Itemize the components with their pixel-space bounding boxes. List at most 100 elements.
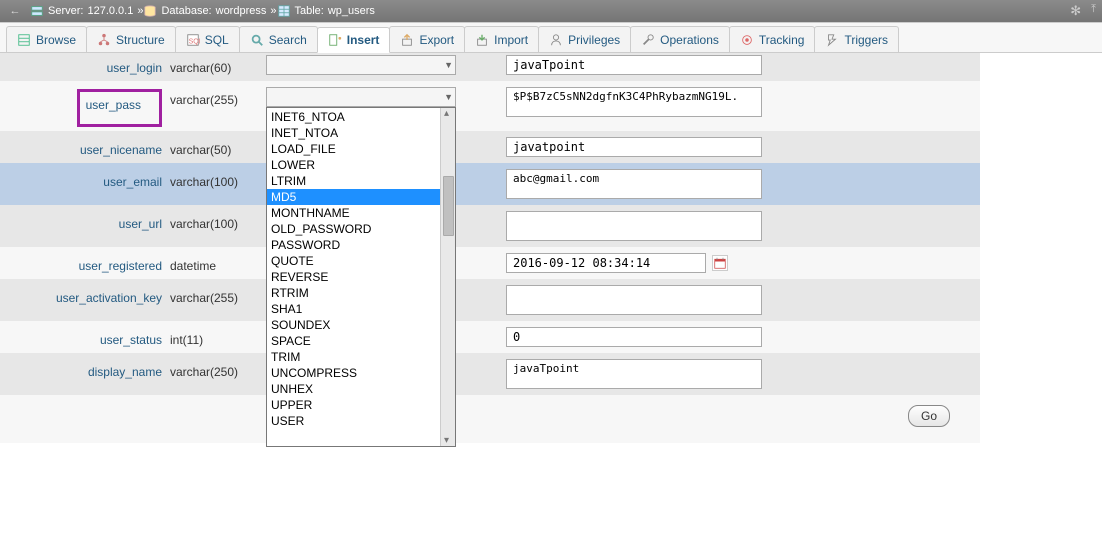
value-input-user-registered[interactable]	[506, 253, 706, 273]
value-input-user-status[interactable]	[506, 327, 762, 347]
function-select-user-pass[interactable]	[266, 87, 456, 107]
field-type-user-nicename: varchar(50)	[170, 135, 260, 157]
row-user-email: user_email varchar(100)	[0, 163, 980, 205]
dropdown-option[interactable]: SOUNDEX	[267, 317, 440, 333]
dropdown-option[interactable]: RTRIM	[267, 285, 440, 301]
tracking-icon	[740, 33, 754, 47]
import-icon	[475, 33, 489, 47]
tab-insert[interactable]: Insert	[317, 27, 391, 53]
dropdown-option[interactable]: QUOTE	[267, 253, 440, 269]
scrollbar-thumb[interactable]	[443, 176, 454, 236]
tab-operations[interactable]: Operations	[630, 26, 730, 52]
dropdown-option[interactable]: UPPER	[267, 397, 440, 413]
sql-icon: SQL	[186, 33, 200, 47]
breadcrumb-database-value: wordpress	[216, 5, 267, 17]
gear-icon[interactable]: ✻	[1070, 3, 1081, 19]
value-textarea-user-email[interactable]	[506, 169, 762, 199]
tab-privileges-label: Privileges	[568, 33, 620, 47]
row-user-url: user_url varchar(100)	[0, 205, 980, 247]
field-name-user-login: user_login	[0, 53, 170, 75]
tab-triggers[interactable]: Triggers	[814, 26, 899, 52]
dropdown-option[interactable]: INET6_NTOA	[267, 109, 440, 125]
tab-export-label: Export	[419, 33, 454, 47]
field-type-display-name: varchar(250)	[170, 357, 260, 379]
dropdown-option[interactable]: PASSWORD	[267, 237, 440, 253]
tab-structure[interactable]: Structure	[86, 26, 176, 52]
row-user-nicename: user_nicename varchar(50)	[0, 131, 980, 163]
tab-insert-label: Insert	[347, 33, 380, 47]
dropdown-option[interactable]: LTRIM	[267, 173, 440, 189]
dropdown-option[interactable]: SPACE	[267, 333, 440, 349]
field-type-user-status: int(11)	[170, 325, 260, 347]
dropdown-option[interactable]: MONTHNAME	[267, 205, 440, 221]
svg-text:SQL: SQL	[188, 38, 199, 45]
tab-browse-label: Browse	[36, 33, 76, 47]
table-icon	[277, 4, 291, 18]
dropdown-option[interactable]: LOAD_FILE	[267, 141, 440, 157]
dropdown-option[interactable]: MD5	[267, 189, 440, 205]
tab-import[interactable]: Import	[464, 26, 539, 52]
breadcrumb-server[interactable]: Server: 127.0.0.1	[30, 4, 133, 18]
tabs-bar: Browse Structure SQL SQL Search Insert E…	[0, 22, 1102, 53]
dropdown-option[interactable]: TRIM	[267, 349, 440, 365]
value-textarea-display-name[interactable]	[506, 359, 762, 389]
field-name-user-status: user_status	[0, 325, 170, 347]
value-input-user-nicename[interactable]	[506, 137, 762, 157]
tab-search-label: Search	[269, 33, 307, 47]
function-select-user-login[interactable]	[266, 55, 456, 75]
row-user-activation-key: user_activation_key varchar(255)	[0, 279, 980, 321]
value-textarea-user-url[interactable]	[506, 211, 762, 241]
tab-import-label: Import	[494, 33, 528, 47]
tab-sql[interactable]: SQL SQL	[175, 26, 240, 52]
field-type-user-email: varchar(100)	[170, 167, 260, 189]
function-dropdown[interactable]: INET6_NTOAINET_NTOALOAD_FILELOWERLTRIMMD…	[266, 107, 456, 447]
browse-icon	[17, 33, 31, 47]
field-name-user-activation-key: user_activation_key	[0, 283, 170, 305]
tab-browse[interactable]: Browse	[6, 26, 87, 52]
dropdown-option[interactable]: UNHEX	[267, 381, 440, 397]
breadcrumb-table-label: Table:	[295, 5, 324, 17]
server-icon	[30, 4, 44, 18]
go-button[interactable]: Go	[908, 405, 950, 427]
database-icon	[143, 4, 157, 18]
calendar-icon[interactable]	[712, 255, 728, 271]
dropdown-option[interactable]: SHA1	[267, 301, 440, 317]
value-textarea-user-activation-key[interactable]	[506, 285, 762, 315]
tab-search[interactable]: Search	[239, 26, 318, 52]
dropdown-option[interactable]: LOWER	[267, 157, 440, 173]
tab-export[interactable]: Export	[389, 26, 465, 52]
breadcrumb-database[interactable]: Database: wordpress	[143, 4, 266, 18]
field-type-user-pass: varchar(255)	[170, 85, 260, 107]
breadcrumb-database-label: Database:	[161, 5, 211, 17]
field-name-user-url: user_url	[0, 209, 170, 231]
field-type-user-login: varchar(60)	[170, 53, 260, 75]
value-input-user-login[interactable]	[506, 55, 762, 75]
dropdown-option[interactable]: REVERSE	[267, 269, 440, 285]
row-user-login: user_login varchar(60)	[0, 53, 980, 81]
value-textarea-user-pass[interactable]	[506, 87, 762, 117]
tab-triggers-label: Triggers	[844, 33, 888, 47]
dropdown-option[interactable]: OLD_PASSWORD	[267, 221, 440, 237]
row-user-pass: user_pass varchar(255) INET6_NTOAINET_NT…	[0, 81, 980, 131]
privileges-icon	[549, 33, 563, 47]
field-type-user-activation-key: varchar(255)	[170, 283, 260, 305]
field-type-user-url: varchar(100)	[170, 209, 260, 231]
tab-tracking-label: Tracking	[759, 33, 805, 47]
tab-privileges[interactable]: Privileges	[538, 26, 631, 52]
insert-icon	[328, 33, 342, 47]
collapse-icon[interactable]: ⤒	[1091, 3, 1096, 19]
tab-tracking[interactable]: Tracking	[729, 26, 816, 52]
operations-icon	[641, 33, 655, 47]
dropdown-option[interactable]: USER	[267, 413, 440, 429]
field-type-user-registered: datetime	[170, 251, 260, 273]
dropdown-option[interactable]: INET_NTOA	[267, 125, 440, 141]
go-button-row: Go	[0, 395, 980, 443]
dropdown-scrollbar[interactable]	[440, 108, 455, 446]
back-arrow-icon[interactable]: ←	[6, 4, 24, 18]
breadcrumb-server-label: Server:	[48, 5, 83, 17]
field-name-user-pass: user_pass	[77, 89, 162, 127]
breadcrumb-table[interactable]: Table: wp_users	[277, 4, 375, 18]
breadcrumb-bar: ← Server: 127.0.0.1 » Database: wordpres…	[0, 0, 1102, 22]
row-display-name: display_name varchar(250)	[0, 353, 980, 395]
dropdown-option[interactable]: UNCOMPRESS	[267, 365, 440, 381]
